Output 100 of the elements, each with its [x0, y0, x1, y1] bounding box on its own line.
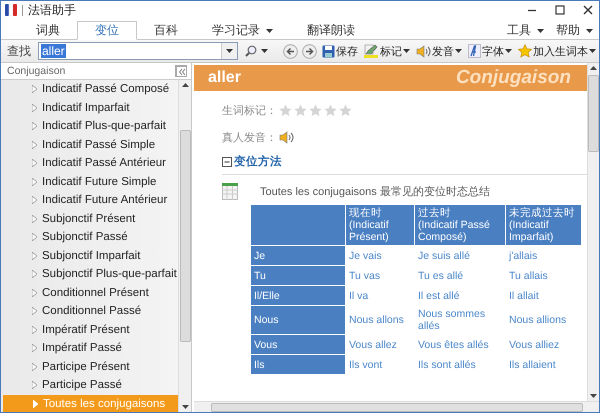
- search-icon: [245, 45, 257, 57]
- caret-icon: [226, 49, 233, 53]
- menu-tab[interactable]: 词典: [19, 21, 77, 40]
- scrollbar[interactable]: [587, 63, 599, 401]
- sidebar-item[interactable]: Indicatif Passé Antérieur: [1, 154, 178, 172]
- table-cell-text: Ils sont allés: [417, 358, 477, 373]
- section-title[interactable]: 变位方法: [234, 154, 282, 169]
- maximize-icon[interactable]: [555, 5, 565, 15]
- star-icon[interactable]: [294, 104, 307, 117]
- scrollbar-thumb[interactable]: [588, 75, 599, 152]
- caret-icon: [586, 28, 593, 32]
- toolbar-button[interactable]: 发音: [415, 44, 463, 58]
- mark-label: 生词标记：: [222, 104, 277, 118]
- row-header-cell: Vous: [251, 335, 345, 354]
- entry-header-label: Conjugaison: [456, 67, 571, 89]
- toolbar-button[interactable]: 加入生词本: [517, 44, 597, 58]
- table-cell-text: Il est allé: [417, 288, 460, 304]
- row-header-cell: Ils: [251, 355, 345, 374]
- table-header-cell: 过去时 (Indicatif Passé Composé): [415, 205, 505, 246]
- sidebar-item[interactable]: Subjonctif Présent: [1, 210, 178, 228]
- table-cell-text: Ils allaient: [508, 358, 557, 373]
- pronunciation-label: 真人发音：: [222, 130, 277, 145]
- caret-icon: [266, 28, 273, 32]
- scrollbar-thumb[interactable]: [180, 130, 190, 342]
- triangle-icon: [32, 159, 37, 168]
- table-cell-text: j'allais: [508, 248, 538, 264]
- sidebar-item[interactable]: Impératif Présent: [1, 320, 178, 339]
- caret-icon: [505, 49, 512, 53]
- triangle-icon: [32, 344, 37, 352]
- menu-tab[interactable]: 学习记录: [195, 21, 290, 40]
- triangle-icon: [32, 307, 37, 316]
- sidebar-item[interactable]: Impératif Passé: [1, 339, 178, 358]
- sidebar-item[interactable]: Indicatif Future Antérieur: [1, 191, 178, 210]
- scrollbar[interactable]: [194, 401, 599, 412]
- table-cell-text: Il allait: [508, 288, 540, 304]
- star-icon[interactable]: [324, 104, 337, 117]
- collapse-box-icon[interactable]: [222, 156, 232, 166]
- triangle-icon: [32, 252, 37, 260]
- menu-tab[interactable]: 翻译朗读: [290, 21, 372, 40]
- table-cell-text: Vous allez: [348, 338, 398, 353]
- star-icon[interactable]: [279, 104, 292, 117]
- sidebar-item[interactable]: Subjonctif Imparfait: [1, 246, 178, 265]
- triangle-icon: [32, 288, 37, 297]
- caret-icon: [537, 28, 544, 32]
- table-cell-text: Tu allais: [508, 268, 549, 284]
- caret-icon: [455, 49, 462, 53]
- table-cell-text: Tu vas: [348, 268, 382, 284]
- search-button[interactable]: [245, 45, 268, 57]
- toolbar-button[interactable]: 字体: [467, 44, 513, 58]
- table-cell-text: Nous allons: [348, 313, 405, 328]
- sidebar-item[interactable]: Indicatif Future Simple: [1, 172, 178, 191]
- triangle-icon: [32, 233, 37, 242]
- table-cell-text: Ils vont: [348, 358, 384, 373]
- flag-icon: [5, 4, 17, 16]
- row-header-cell: Nous: [251, 306, 345, 334]
- sidebar-item[interactable]: Conditionnel Présent: [1, 284, 178, 302]
- toolbar-button[interactable]: 标记: [363, 44, 411, 58]
- sidebar-item[interactable]: Indicatif Passé Composé: [1, 80, 178, 98]
- entry-word: aller: [208, 69, 241, 87]
- triangle-icon: [32, 326, 37, 334]
- menu-tab[interactable]: 百科: [137, 21, 195, 40]
- row-header-cell: Tu: [251, 266, 345, 286]
- toolbar-button[interactable]: 保存: [321, 44, 359, 58]
- scrollbar[interactable]: [178, 80, 191, 412]
- table-header-cell: 现在时 (Indicatif Présent): [346, 205, 414, 246]
- sidebar-item[interactable]: Indicatif Passé Simple: [1, 136, 178, 154]
- sidebar-item[interactable]: Participe Passé: [1, 376, 178, 394]
- star-icon[interactable]: [339, 104, 352, 117]
- sidebar-item[interactable]: Indicatif Plus-que-parfait: [1, 117, 178, 136]
- scrollbar-thumb[interactable]: [210, 402, 582, 412]
- row-header-cell: Je: [251, 246, 345, 266]
- close-icon[interactable]: [583, 5, 593, 15]
- triangle-icon: [32, 178, 37, 186]
- table-header-cell: 未完成过去时 (Indicatif Imparfait): [506, 205, 581, 246]
- triangle-icon: [32, 85, 37, 94]
- star-icon[interactable]: [309, 104, 322, 117]
- menu-item[interactable]: 帮助: [550, 21, 599, 40]
- table-cell-text: Il va: [348, 288, 370, 304]
- table-icon: [222, 183, 238, 200]
- table-cell-text: Nous sommes allés: [417, 307, 486, 334]
- sidebar-item[interactable]: Conditionnel Passé: [1, 302, 178, 320]
- triangle-icon: [33, 400, 38, 408]
- table-cell-text: Je suis allé: [417, 248, 471, 264]
- table-cell-text: Vous alliez: [508, 338, 560, 353]
- speaker-icon[interactable]: [279, 131, 294, 144]
- search-field[interactable]: aller: [38, 42, 238, 60]
- triangle-icon: [32, 362, 37, 371]
- sidebar-item[interactable]: Indicatif Imparfait: [1, 98, 178, 117]
- triangle-icon: [32, 196, 37, 204]
- table-cell-text: Tu es allé: [417, 268, 464, 284]
- sidebar-item[interactable]: Participe Présent: [1, 358, 178, 376]
- speaker-icon: [416, 44, 431, 58]
- sidebar-item[interactable]: Subjonctif Plus-que-parfait: [1, 265, 178, 284]
- sidebar-item[interactable]: Subjonctif Passé: [1, 228, 178, 246]
- caret-icon: [589, 49, 596, 53]
- menu-item[interactable]: 工具: [501, 21, 550, 40]
- pencil-highlight-icon: [364, 44, 379, 58]
- window-title: 法语助手: [28, 2, 77, 18]
- menu-tab[interactable]: 变位: [77, 21, 137, 40]
- table-cell-text: Nous allions: [508, 313, 568, 328]
